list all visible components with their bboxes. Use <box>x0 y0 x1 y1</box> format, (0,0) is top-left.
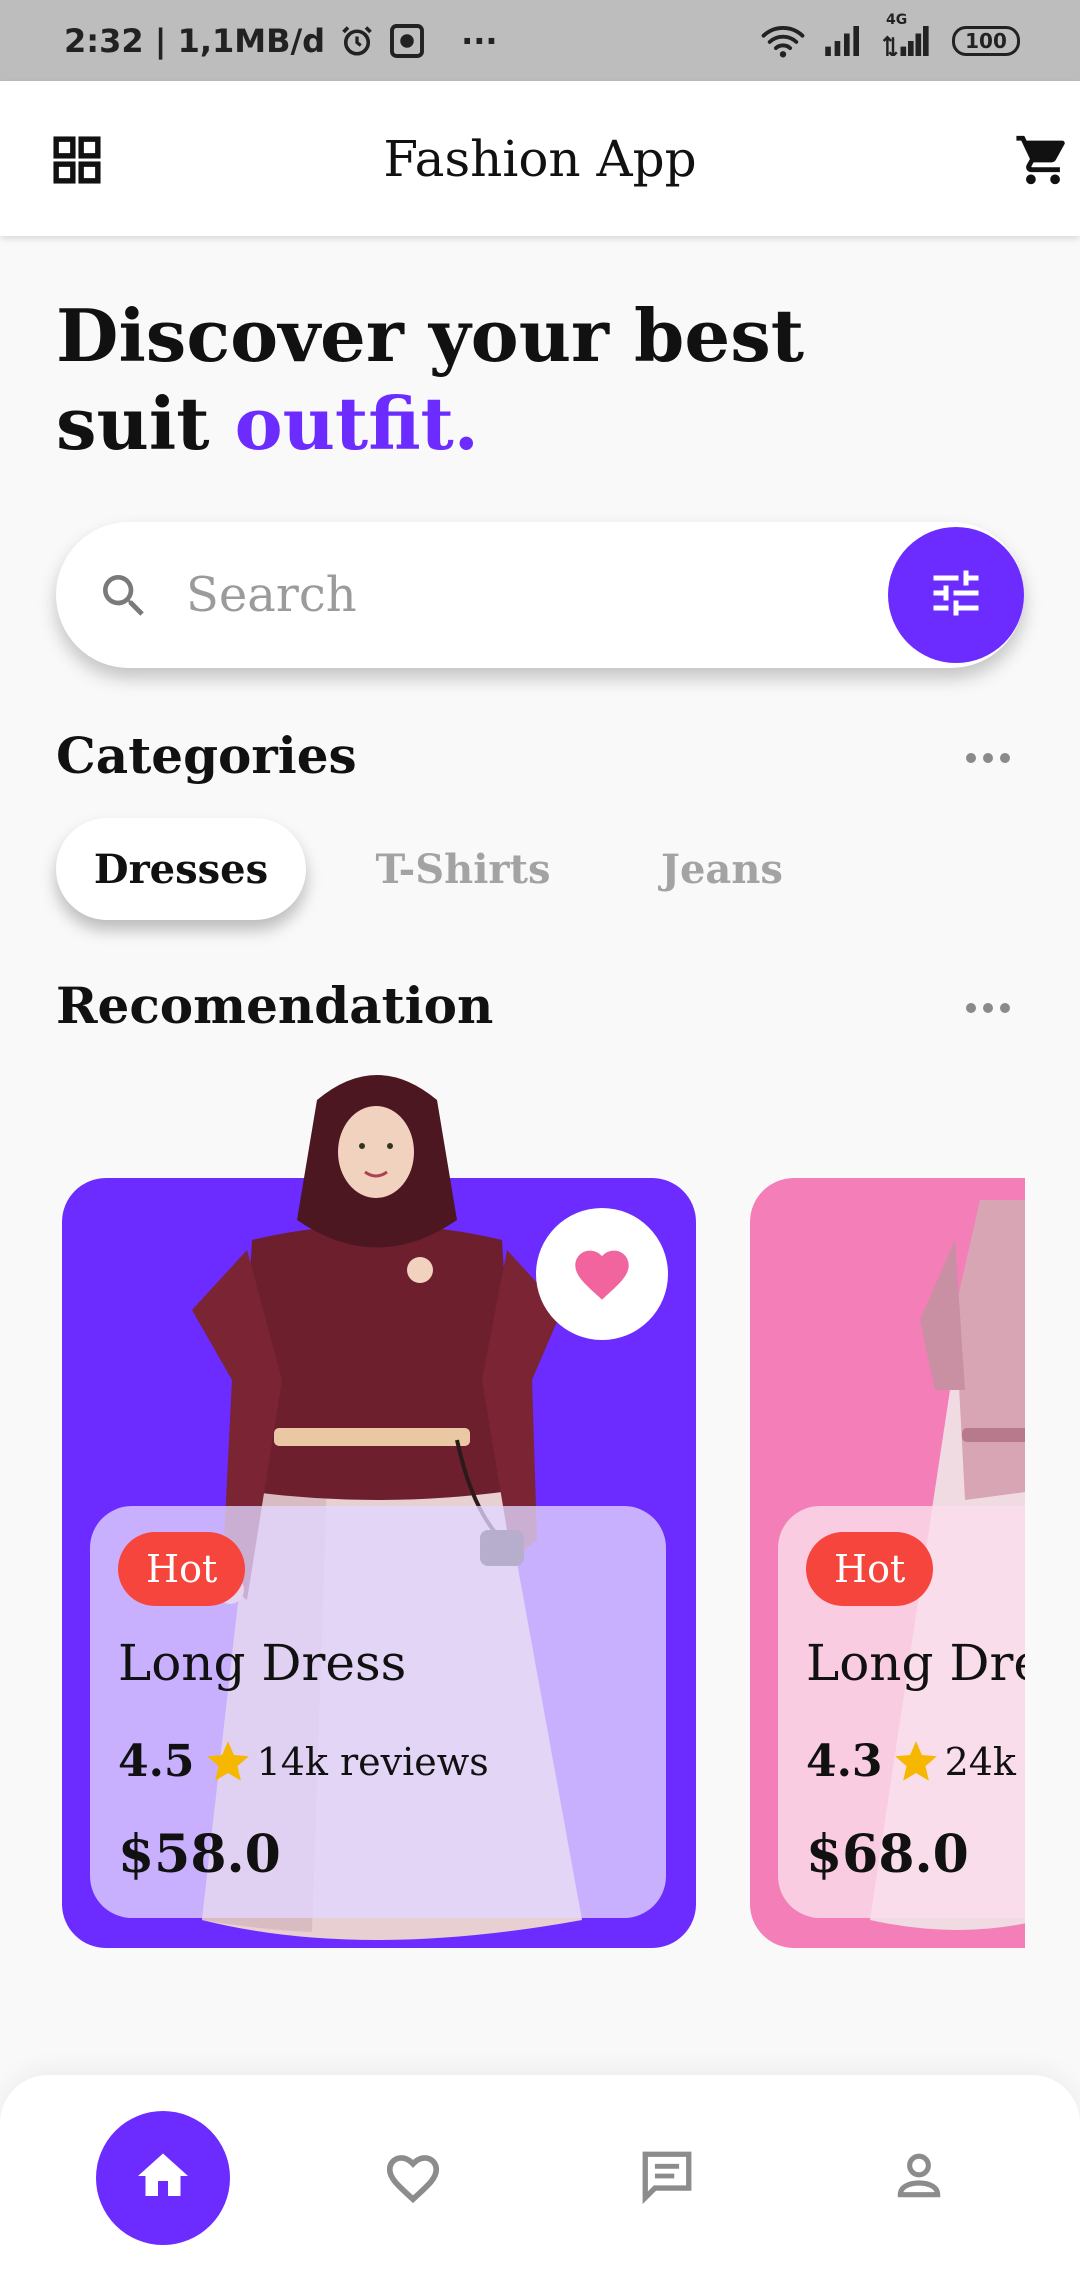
category-label: T-Shirts <box>375 845 551 893</box>
product-info-panel: Hot Long Dress 4.3 24k reviews $68.0 <box>778 1506 1025 1918</box>
product-name: Long Dress <box>806 1634 1025 1692</box>
nav-favorites[interactable] <box>378 2145 448 2211</box>
heart-icon <box>570 1242 634 1306</box>
star-icon <box>203 1737 253 1787</box>
nav-messages[interactable] <box>632 2145 702 2211</box>
product-carousel[interactable]: Hot Long Dress 4.5 14k reviews $58.0 Hot… <box>0 1060 1025 1960</box>
headline-accent: outfit. <box>234 381 479 466</box>
search-icon <box>96 568 152 628</box>
hot-badge: Hot <box>118 1532 246 1606</box>
battery-level: 100 <box>965 28 1007 53</box>
rating-row: 4.5 14k reviews <box>118 1736 489 1787</box>
status-bar: 2:32 | 1,1MB/d ··· 4G 100 <box>0 0 1080 81</box>
categories-title: Categories <box>56 726 357 785</box>
signal-icon <box>824 25 864 56</box>
filter-button[interactable] <box>888 527 1024 663</box>
app-bar: Fashion App <box>0 81 1080 236</box>
network-type-label: 4G <box>886 11 908 28</box>
signal-4g-icon: 4G <box>882 12 934 56</box>
heart-outline-icon <box>382 2147 444 2209</box>
rating-value: 4.3 <box>806 1736 883 1787</box>
favorite-button[interactable] <box>536 1208 668 1340</box>
chat-icon <box>638 2147 696 2209</box>
category-label: Jeans <box>661 845 783 893</box>
product-price: $58.0 <box>118 1824 281 1885</box>
search-input[interactable] <box>186 557 886 633</box>
nav-profile[interactable] <box>884 2145 954 2211</box>
battery-icon: 100 <box>952 25 1020 56</box>
category-dresses[interactable]: Dresses <box>56 818 306 920</box>
product-card[interactable]: Hot Long Dress 4.3 24k reviews $68.0 <box>750 1178 1025 1948</box>
filter-sliders-icon <box>926 563 986 627</box>
product-price: $68.0 <box>806 1824 969 1885</box>
screen-record-icon <box>389 23 425 59</box>
status-time: 2:32 | 1,1MB/d <box>64 21 326 60</box>
rating-row: 4.3 24k reviews <box>806 1736 1025 1787</box>
product-info-panel: Hot Long Dress 4.5 14k reviews $58.0 <box>90 1506 666 1918</box>
profile-icon <box>891 2148 947 2208</box>
category-jeans[interactable]: Jeans <box>652 818 792 920</box>
rating-value: 4.5 <box>118 1736 195 1787</box>
review-count: 14k reviews <box>256 1739 489 1784</box>
star-icon <box>891 1737 941 1787</box>
product-card[interactable]: Hot Long Dress 4.5 14k reviews $58.0 <box>62 1075 696 1948</box>
recommendation-more-button[interactable] <box>966 1003 1010 1013</box>
recommendation-title: Recomendation <box>56 976 494 1035</box>
alarm-icon <box>339 23 375 59</box>
shopping-cart-icon[interactable] <box>1012 131 1074 193</box>
page-headline: Discover your best suit outfit. <box>56 292 804 468</box>
status-more: ··· <box>461 21 498 60</box>
categories-more-button[interactable] <box>966 753 1010 763</box>
headline-line-2: suit outfit. <box>56 380 804 468</box>
home-icon <box>133 2146 193 2210</box>
grid-menu-icon[interactable] <box>52 135 102 189</box>
nav-home[interactable] <box>96 2111 230 2245</box>
category-label: Dresses <box>93 845 269 893</box>
headline-prefix: suit <box>56 381 235 466</box>
review-count: 24k reviews <box>944 1739 1025 1784</box>
bottom-navigation <box>0 2075 1080 2280</box>
product-name: Long Dress <box>118 1634 407 1692</box>
wifi-icon <box>760 23 806 59</box>
search-bar <box>56 522 1024 668</box>
headline-line-1: Discover your best <box>56 293 804 378</box>
app-title: Fashion App <box>383 129 697 188</box>
hot-badge: Hot <box>806 1532 934 1606</box>
category-t-shirts[interactable]: T-Shirts <box>368 818 558 920</box>
